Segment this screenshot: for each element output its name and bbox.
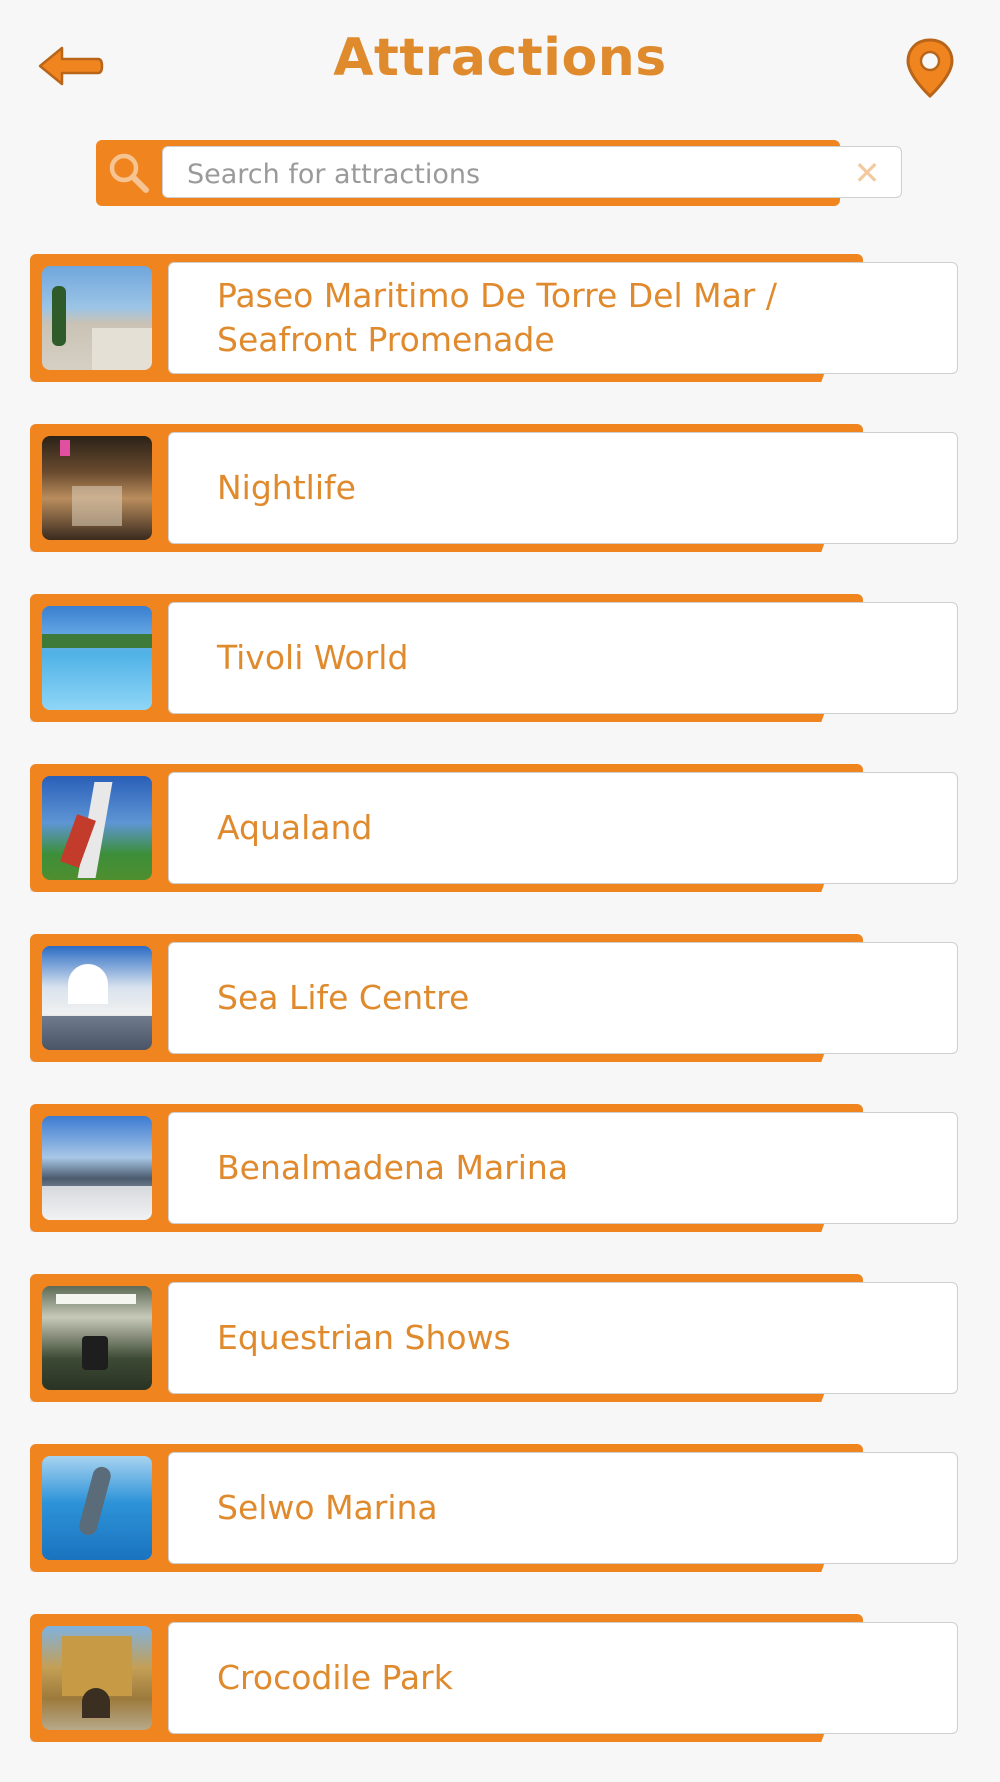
search-button[interactable] — [106, 150, 152, 196]
search-input[interactable] — [185, 153, 829, 195]
item-card: Sea Life Centre — [168, 942, 958, 1054]
item-label: Benalmadena Marina — [217, 1148, 569, 1187]
list-item[interactable]: Equestrian Shows — [0, 1272, 1000, 1442]
close-icon[interactable]: ✕ — [851, 157, 883, 189]
item-card: Selwo Marina — [168, 1452, 958, 1564]
item-label: Crocodile Park — [217, 1658, 453, 1697]
top-bar: Attractions — [0, 0, 1000, 130]
item-label: Tivoli World — [217, 638, 409, 677]
list-item[interactable]: Benalmadena Marina — [0, 1102, 1000, 1272]
item-card: Paseo Maritimo De Torre Del Mar / Seafro… — [168, 262, 958, 374]
item-card: Tivoli World — [168, 602, 958, 714]
page-title: Attractions — [333, 28, 667, 88]
map-pin-icon — [906, 38, 954, 99]
attraction-thumbnail — [42, 606, 152, 710]
list-item[interactable]: Sea Life Centre — [0, 932, 1000, 1102]
item-label: Nightlife — [217, 468, 356, 507]
search-field: ✕ — [162, 146, 902, 198]
attraction-thumbnail — [42, 1626, 152, 1730]
magnifier-icon — [109, 153, 149, 193]
item-label: Selwo Marina — [217, 1488, 438, 1527]
item-card: Aqualand — [168, 772, 958, 884]
item-card: Equestrian Shows — [168, 1282, 958, 1394]
list-item[interactable]: Selwo Marina — [0, 1442, 1000, 1612]
attraction-thumbnail — [42, 1286, 152, 1390]
list-item[interactable]: Nightlife — [0, 422, 1000, 592]
attractions-list: Paseo Maritimo De Torre Del Mar / Seafro… — [0, 252, 1000, 1782]
search-bar: ✕ — [96, 140, 904, 208]
item-label: Equestrian Shows — [217, 1318, 511, 1357]
item-label: Sea Life Centre — [217, 978, 470, 1017]
location-button[interactable] — [902, 36, 958, 100]
item-card: Benalmadena Marina — [168, 1112, 958, 1224]
attraction-thumbnail — [42, 266, 152, 370]
item-label: Paseo Maritimo De Torre Del Mar / Seafro… — [217, 276, 777, 359]
attraction-thumbnail — [42, 1456, 152, 1560]
list-item[interactable]: Crocodile Park — [0, 1612, 1000, 1782]
list-item[interactable]: Tivoli World — [0, 592, 1000, 762]
attraction-thumbnail — [42, 436, 152, 540]
attraction-thumbnail — [42, 776, 152, 880]
item-card: Crocodile Park — [168, 1622, 958, 1734]
item-card: Nightlife — [168, 432, 958, 544]
attraction-thumbnail — [42, 946, 152, 1050]
list-item[interactable]: Paseo Maritimo De Torre Del Mar / Seafro… — [0, 252, 1000, 422]
item-label: Aqualand — [217, 808, 373, 847]
list-item[interactable]: Aqualand — [0, 762, 1000, 932]
attraction-thumbnail — [42, 1116, 152, 1220]
